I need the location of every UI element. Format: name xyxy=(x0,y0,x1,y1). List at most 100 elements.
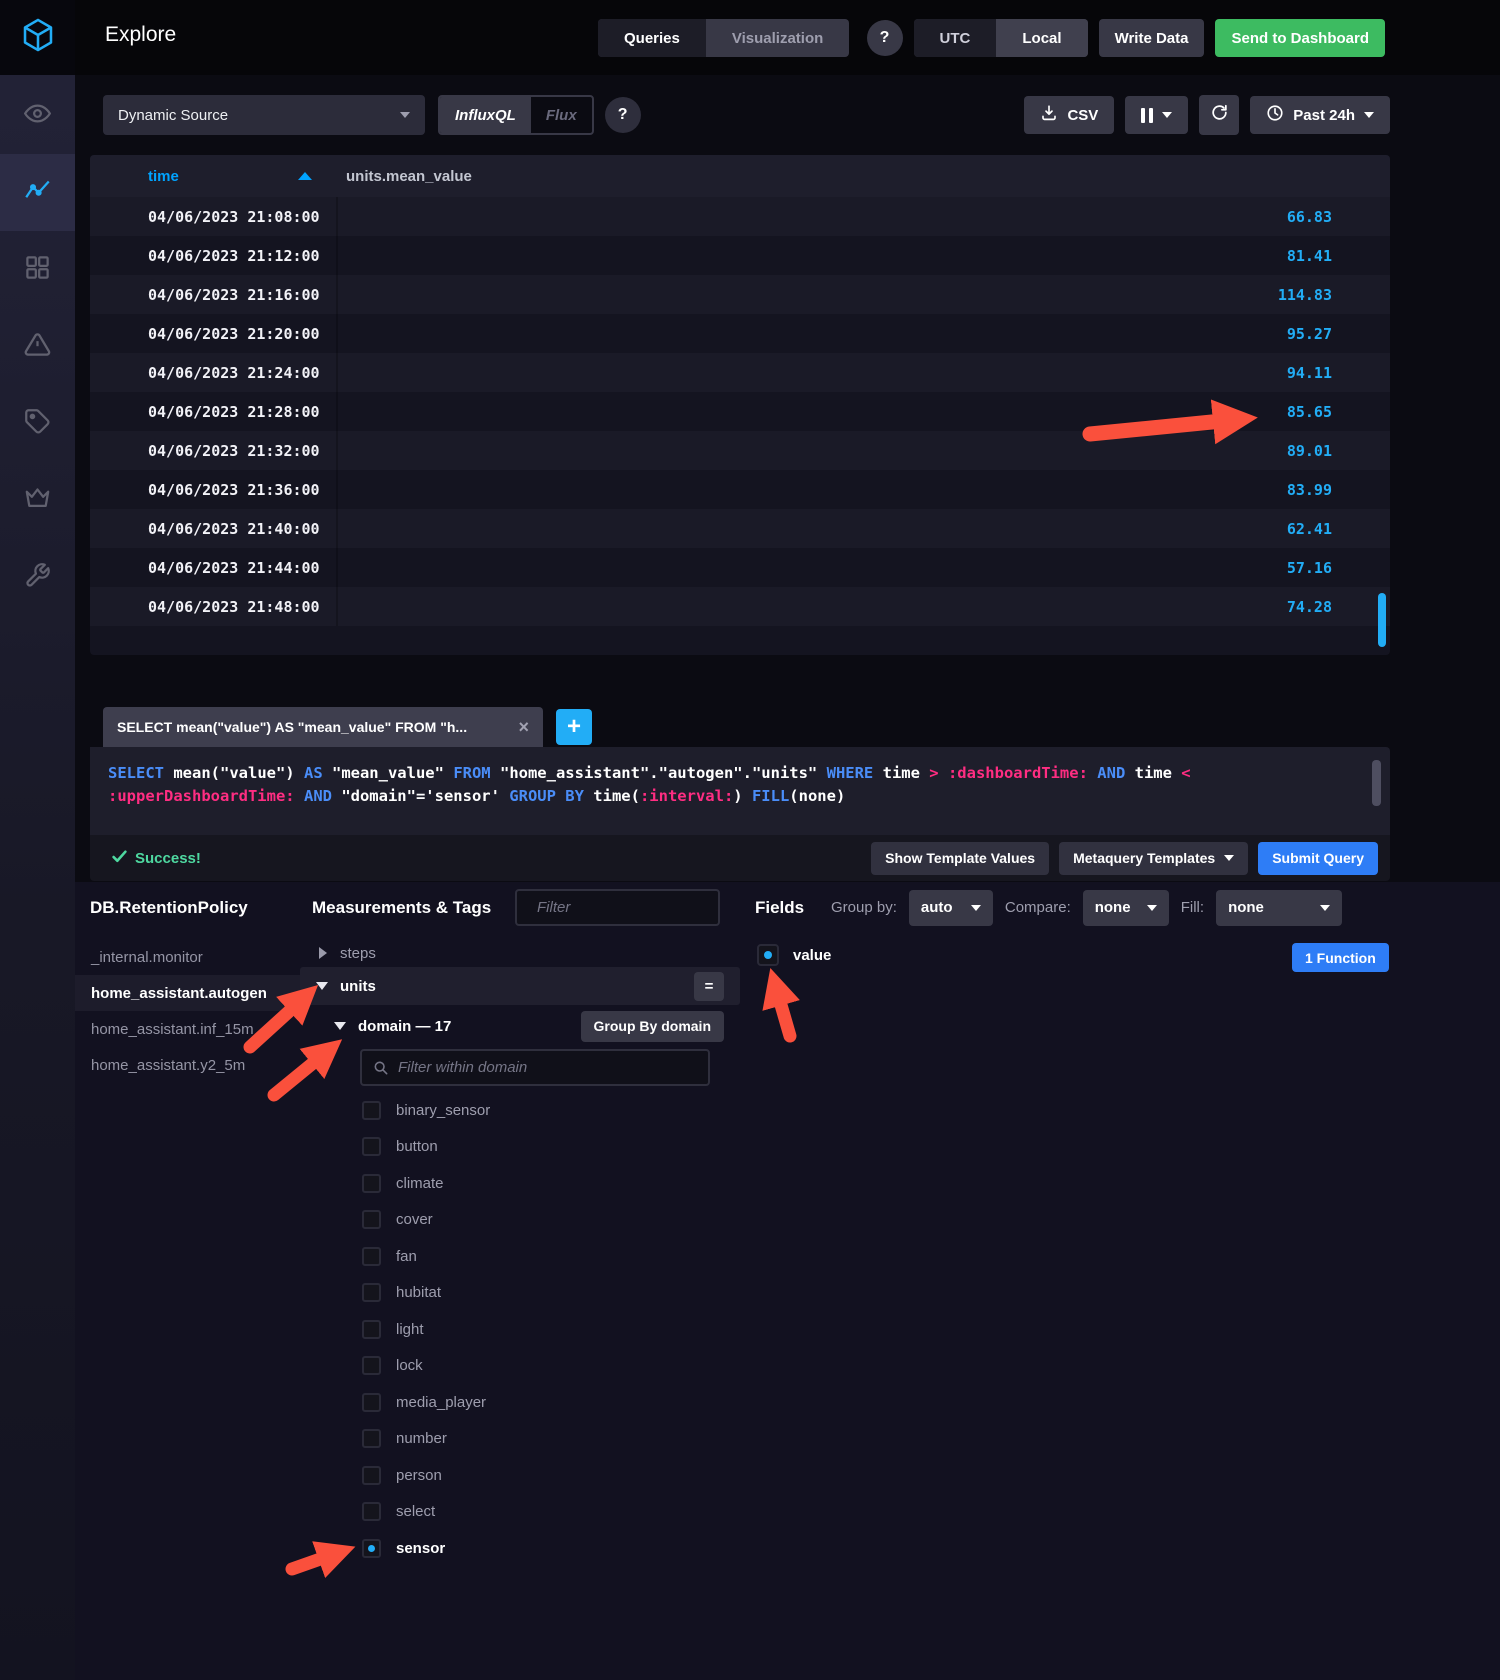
tag-filter-equals-button[interactable]: = xyxy=(694,972,724,1001)
db-item[interactable]: home_assistant.y2_5m xyxy=(75,1047,303,1083)
fill-dropdown[interactable]: none xyxy=(1216,890,1342,926)
checkbox[interactable] xyxy=(362,1174,381,1193)
checkbox[interactable] xyxy=(362,1502,381,1521)
group-by-dropdown[interactable]: auto xyxy=(909,890,993,926)
sidebar-item-status[interactable] xyxy=(0,77,75,154)
field-selected-toggle[interactable] xyxy=(757,944,779,966)
table-row: 04/06/2023 21:08:0066.83 xyxy=(90,197,1390,236)
pause-refresh-dropdown[interactable] xyxy=(1125,96,1188,134)
send-to-dashboard-button[interactable]: Send to Dashboard xyxy=(1215,19,1385,57)
sidebar-item-dashboards[interactable] xyxy=(0,231,75,308)
value-cell: 114.83 xyxy=(338,286,1390,304)
measurement-filter-field[interactable] xyxy=(537,899,738,916)
sidebar-item-alerts[interactable] xyxy=(0,308,75,385)
compare-dropdown[interactable]: none xyxy=(1083,890,1169,926)
sidebar-item-configuration[interactable] xyxy=(0,539,75,616)
query-tab-label: SELECT mean("value") AS "mean_value" FRO… xyxy=(117,719,510,735)
time-range-dropdown[interactable]: Past 24h xyxy=(1250,96,1390,134)
show-template-values-button[interactable]: Show Template Values xyxy=(871,842,1049,875)
domain-item[interactable]: person xyxy=(360,1457,710,1494)
fill-value: none xyxy=(1228,899,1264,916)
page-title: Explore xyxy=(105,23,176,47)
check-icon xyxy=(112,850,127,867)
metaquery-templates-dropdown[interactable]: Metaquery Templates xyxy=(1059,842,1248,875)
checkbox[interactable] xyxy=(362,1283,381,1302)
checkbox[interactable] xyxy=(362,1101,381,1120)
domain-label: select xyxy=(396,1503,435,1520)
checkbox[interactable] xyxy=(362,1247,381,1266)
query-language-toggle: InfluxQL Flux xyxy=(438,95,594,135)
time-column-header[interactable]: time xyxy=(90,168,338,185)
db-item[interactable]: home_assistant.autogen xyxy=(75,975,303,1011)
search-icon xyxy=(373,1060,389,1076)
crown-icon xyxy=(24,485,51,517)
domain-item[interactable]: binary_sensor xyxy=(360,1092,710,1129)
sidebar-item-explore[interactable] xyxy=(0,154,75,231)
add-query-button[interactable]: + xyxy=(556,709,592,745)
measurement-filter-input[interactable] xyxy=(515,889,720,926)
source-dropdown-label: Dynamic Source xyxy=(118,107,228,124)
domain-item[interactable]: light xyxy=(360,1311,710,1348)
group-by-domain-button[interactable]: Group By domain xyxy=(581,1011,724,1042)
domain-filter-input[interactable] xyxy=(360,1049,710,1086)
domain-item[interactable]: sensor xyxy=(360,1530,710,1567)
language-help-button[interactable]: ? xyxy=(605,97,641,133)
tab-queries[interactable]: Queries xyxy=(598,19,706,57)
sidebar-item-admin[interactable] xyxy=(0,385,75,462)
editor-scrollbar[interactable] xyxy=(1372,760,1381,806)
table-row: 04/06/2023 21:28:0085.65 xyxy=(90,392,1390,431)
checkbox[interactable] xyxy=(362,1320,381,1339)
flux-tab[interactable]: Flux xyxy=(531,97,592,133)
domain-item[interactable]: button xyxy=(360,1129,710,1166)
checkbox[interactable] xyxy=(362,1137,381,1156)
domain-list: binary_sensorbuttonclimatecoverfanhubita… xyxy=(360,1092,710,1567)
db-item[interactable]: _internal.monitor xyxy=(75,939,303,975)
checkbox[interactable] xyxy=(362,1210,381,1229)
measurement-units[interactable]: units = xyxy=(300,967,740,1005)
domain-filter-field[interactable] xyxy=(398,1059,697,1076)
submit-query-button[interactable]: Submit Query xyxy=(1258,842,1378,875)
domain-item[interactable]: cover xyxy=(360,1202,710,1239)
domain-item[interactable]: fan xyxy=(360,1238,710,1275)
db-retention-title: DB.RetentionPolicy xyxy=(90,898,248,918)
domain-item[interactable]: media_player xyxy=(360,1384,710,1421)
checkbox[interactable] xyxy=(362,1393,381,1412)
domain-item[interactable]: climate xyxy=(360,1165,710,1202)
domain-item[interactable]: number xyxy=(360,1421,710,1458)
time-column-label: time xyxy=(148,168,179,185)
table-scrollbar[interactable] xyxy=(1378,593,1386,647)
close-icon[interactable]: × xyxy=(518,718,529,736)
query-code[interactable]: SELECT mean("value") AS "mean_value" FRO… xyxy=(90,747,1390,835)
value-column-header[interactable]: units.mean_value xyxy=(338,168,1390,185)
chevron-down-icon xyxy=(1364,112,1374,118)
timezone-local[interactable]: Local xyxy=(996,19,1087,57)
influxql-tab[interactable]: InfluxQL xyxy=(440,97,531,133)
refresh-button[interactable] xyxy=(1199,95,1239,135)
sidebar-item-organizations[interactable] xyxy=(0,462,75,539)
checkbox[interactable] xyxy=(362,1466,381,1485)
measurement-steps[interactable]: steps xyxy=(303,936,740,970)
results-rows: 04/06/2023 21:08:0066.8304/06/2023 21:12… xyxy=(90,197,1390,626)
tag-domain[interactable]: domain — 17 Group By domain xyxy=(300,1007,740,1045)
domain-item[interactable]: select xyxy=(360,1494,710,1531)
db-item[interactable]: home_assistant.inf_15m xyxy=(75,1011,303,1047)
checkbox[interactable] xyxy=(362,1539,381,1558)
domain-item[interactable]: lock xyxy=(360,1348,710,1385)
header-actions: ? UTC Local Write Data Send to Dashboard xyxy=(867,19,1385,57)
time-cell: 04/06/2023 21:08:00 xyxy=(90,197,338,236)
tab-visualization[interactable]: Visualization xyxy=(706,19,849,57)
eye-icon xyxy=(24,100,51,132)
query-tab[interactable]: SELECT mean("value") AS "mean_value" FRO… xyxy=(103,707,543,747)
function-count-badge[interactable]: 1 Function xyxy=(1292,943,1389,972)
editor-status-bar: Success! Show Template Values Metaquery … xyxy=(90,835,1390,881)
download-csv-button[interactable]: CSV xyxy=(1024,96,1114,134)
checkbox[interactable] xyxy=(362,1429,381,1448)
timezone-utc[interactable]: UTC xyxy=(914,19,997,57)
field-value-row[interactable]: value xyxy=(757,944,831,966)
checkbox[interactable] xyxy=(362,1356,381,1375)
help-button[interactable]: ? xyxy=(867,20,903,56)
editor-actions: Show Template Values Metaquery Templates… xyxy=(871,842,1378,875)
write-data-button[interactable]: Write Data xyxy=(1099,19,1205,57)
source-dropdown[interactable]: Dynamic Source xyxy=(103,95,425,135)
domain-item[interactable]: hubitat xyxy=(360,1275,710,1312)
